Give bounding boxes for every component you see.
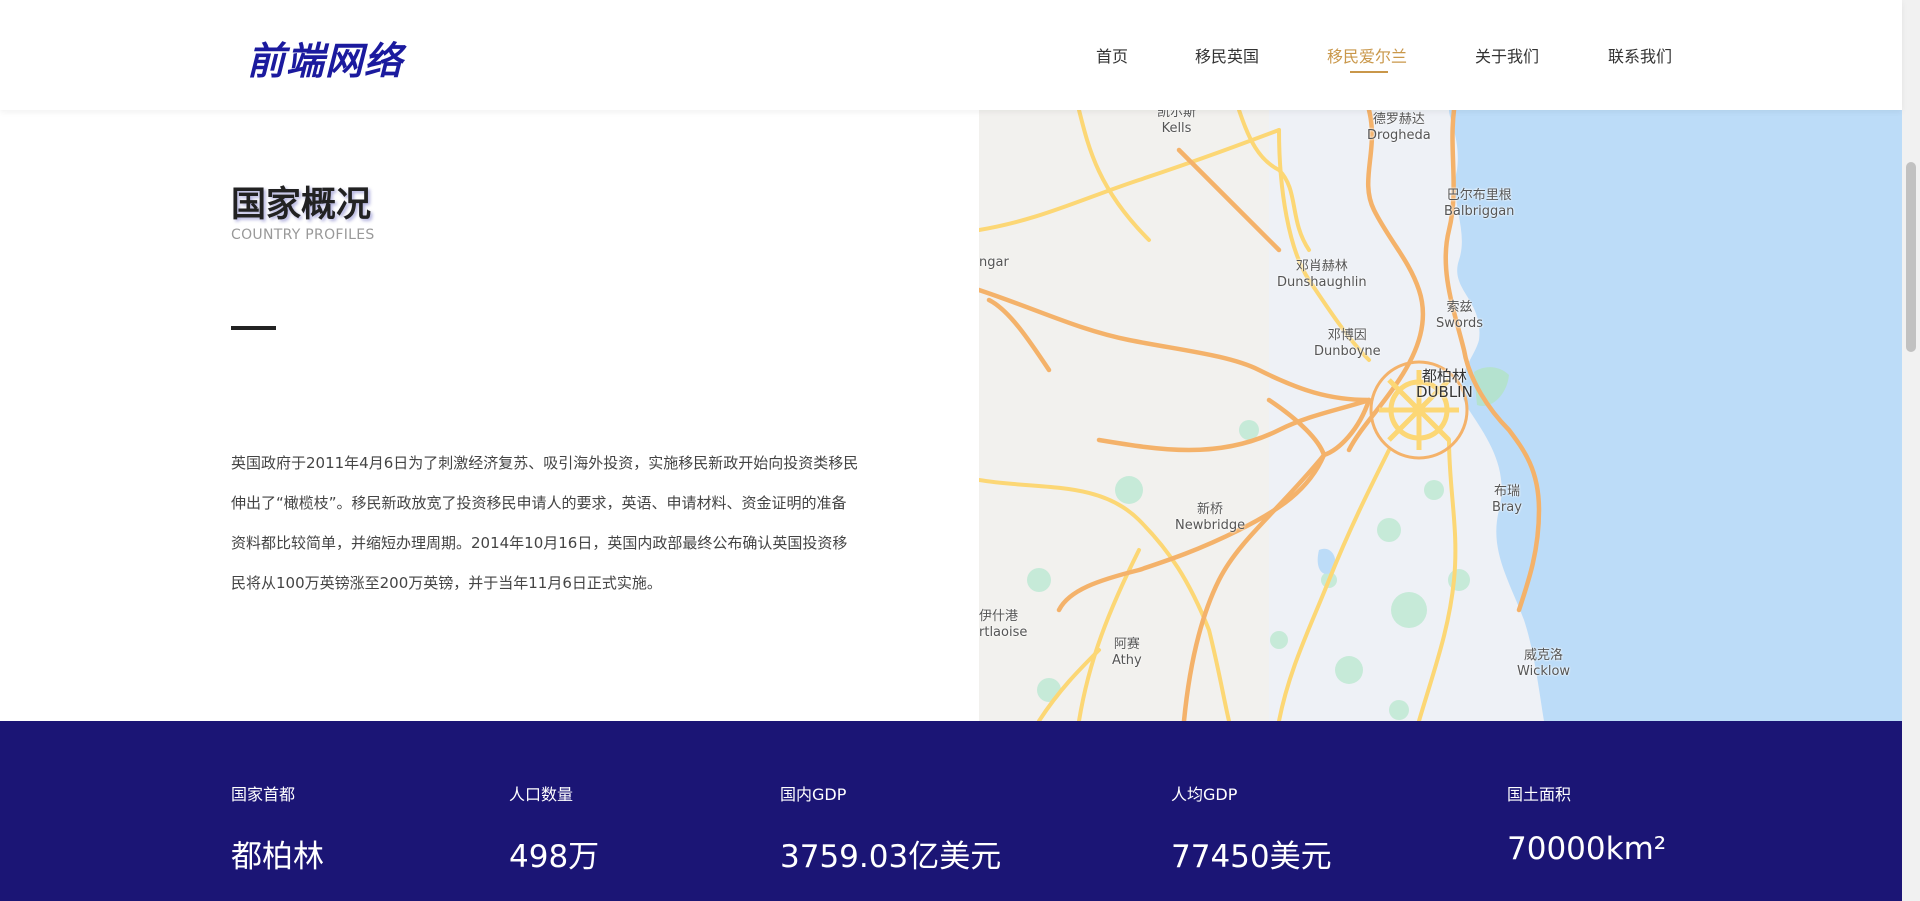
dublin-map[interactable]: 凯尔斯 Kells 德罗赫达 Drogheda 巴尔布里根 Balbriggan ng… xyxy=(979,110,1902,721)
map-label-drogheda: 德罗赫达 Drogheda xyxy=(1367,112,1431,143)
nav-immigrate-ireland[interactable]: 移民爱尔兰 xyxy=(1327,43,1407,67)
nav-about-us[interactable]: 关于我们 xyxy=(1475,43,1539,67)
main-nav: 首页 移民英国 移民爱尔兰 关于我们 联系我们 xyxy=(0,43,1902,73)
map-label-kells: 凯尔斯 Kells xyxy=(1157,110,1197,136)
nav-home[interactable]: 首页 xyxy=(1096,43,1128,67)
intro-paragraph: 英国政府于2011年4月6日为了刺激经济复苏、吸引海外投资，实施移民新政开始向投… xyxy=(231,454,859,592)
map-label-bray: 布瑞 Bray xyxy=(1492,484,1522,515)
title-divider xyxy=(231,326,276,330)
map-label-athy: 阿赛 Athy xyxy=(1112,637,1142,668)
map-label-newbridge: 新桥 Newbridge xyxy=(1175,502,1246,533)
stat-value: 都柏林 xyxy=(231,839,324,875)
stat-value: 498万 xyxy=(509,839,600,875)
map-graphic xyxy=(979,110,1902,721)
nav-contact-us[interactable]: 联系我们 xyxy=(1608,43,1672,67)
stat-label: 国土面积 xyxy=(1507,785,1572,804)
stat-value: 77450美元 xyxy=(1171,839,1332,875)
map-label-wicklow: 威克洛 Wicklow xyxy=(1517,648,1571,679)
section-title: 国家概况 xyxy=(231,185,372,225)
stat-label: 国家首都 xyxy=(231,785,296,804)
scrollbar-thumb[interactable] xyxy=(1906,162,1916,352)
map-label-mullingar: ngar xyxy=(979,255,1009,270)
stat-value: 70000km² xyxy=(1507,831,1667,867)
nav-immigrate-uk[interactable]: 移民英国 xyxy=(1195,43,1259,67)
site-header: 前端网络 首页 移民英国 移民爱尔兰 关于我们 联系我们 xyxy=(0,0,1902,110)
map-label-dublin: 都柏林 DUBLIN xyxy=(1416,367,1473,401)
map-label-swords: 索兹 Swords xyxy=(1436,300,1483,331)
country-stats-bar: 国家首都 都柏林 人口数量 498万 国内GDP 3759.03亿美元 人均GD… xyxy=(0,721,1902,901)
map-label-dunboyne: 邓博因 Dunboyne xyxy=(1314,328,1381,359)
stat-label: 人均GDP xyxy=(1171,785,1238,804)
page-scrollbar[interactable] xyxy=(1902,0,1920,901)
stat-value: 3759.03亿美元 xyxy=(780,839,1002,875)
map-label-portlaoise: 伊什港 rtlaoise xyxy=(979,609,1028,640)
stat-label: 国内GDP xyxy=(780,785,847,804)
map-label-dunshaughlin: 邓肖赫林 Dunshaughlin xyxy=(1277,259,1367,290)
map-label-balbriggan: 巴尔布里根 Balbriggan xyxy=(1444,188,1515,219)
nav-active-underline xyxy=(1350,71,1388,73)
section-subtitle: COUNTRY PROFILES xyxy=(231,227,375,243)
stat-label: 人口数量 xyxy=(509,785,574,804)
